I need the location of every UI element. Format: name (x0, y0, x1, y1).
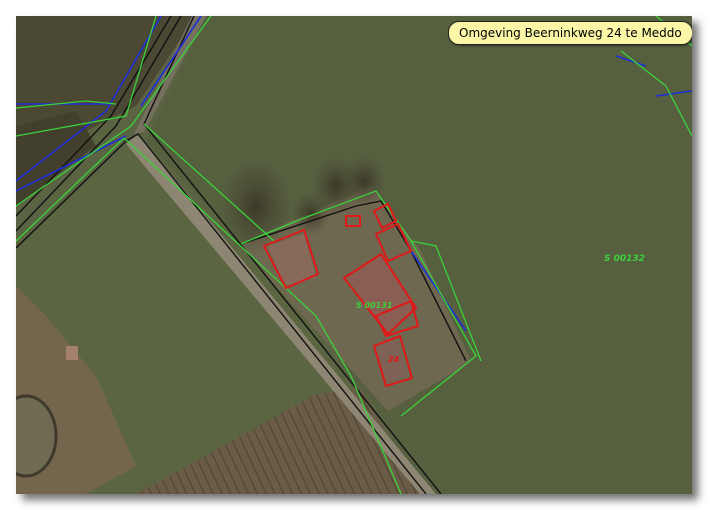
aerial-photo (16, 16, 692, 494)
house-number-label: 24 (388, 355, 400, 364)
parcel-label-s00131: S 00131 (356, 301, 392, 310)
aerial-map[interactable]: S 00132 S 00131 24 (16, 16, 692, 494)
parcel-label-s00132: S 00132 (604, 254, 645, 264)
map-title-badge: Omgeving Beerninkweg 24 te Meddo (448, 21, 692, 45)
map-frame[interactable]: S 00132 S 00131 24 Omgeving Beerninkweg … (16, 16, 692, 494)
